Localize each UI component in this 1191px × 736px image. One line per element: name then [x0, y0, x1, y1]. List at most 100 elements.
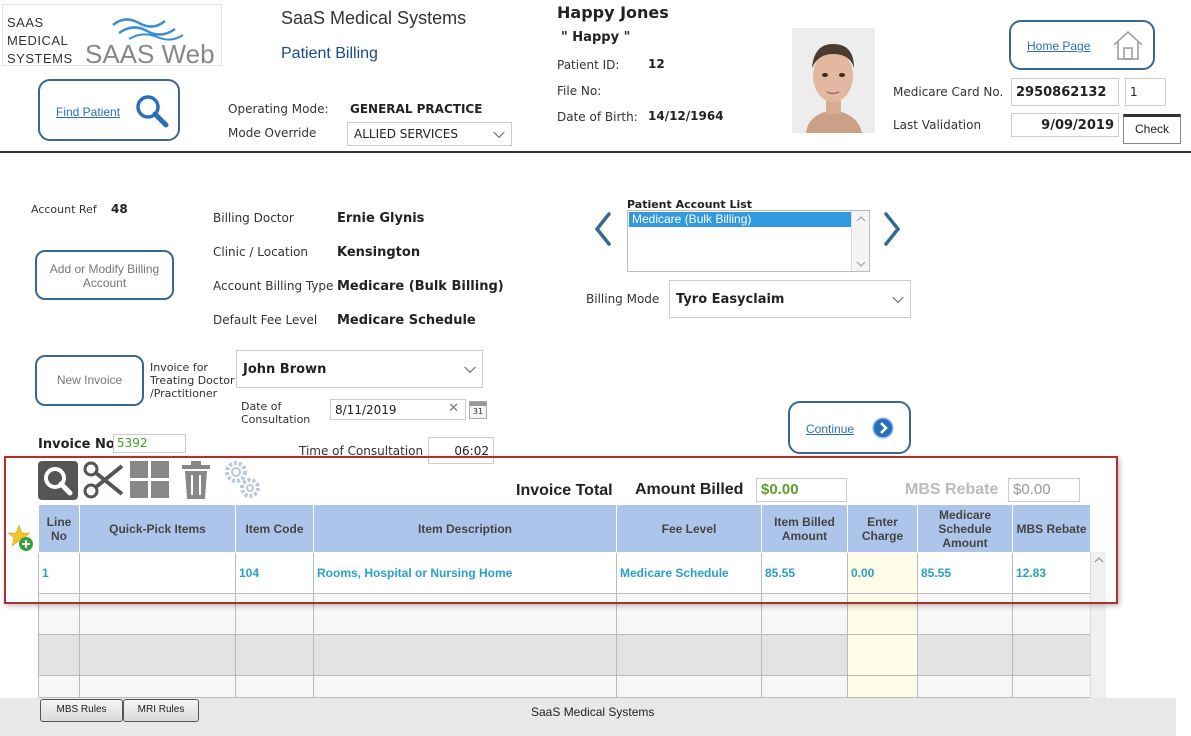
mode-override-label: Mode Override — [228, 126, 317, 140]
treating-doctor-select[interactable]: John Brown — [236, 350, 483, 388]
col-header[interactable]: Item Billed Amount — [761, 504, 848, 553]
arrow-right-circle-icon — [872, 417, 894, 439]
add-modify-billing-label: Add or Modify Billing Account — [49, 262, 160, 290]
cell[interactable]: 12.83 — [1012, 552, 1091, 594]
scroll-up-icon[interactable] — [1091, 552, 1107, 568]
gears-icon[interactable] — [222, 458, 262, 500]
company-title: SaaS Medical Systems — [281, 8, 467, 28]
scroll-down-icon[interactable] — [852, 257, 870, 271]
col-header[interactable]: Medicare Schedule Amount — [917, 504, 1013, 553]
col-header[interactable]: Quick-Pick Items — [79, 504, 236, 553]
find-patient-button[interactable]: Find Patient — [38, 79, 180, 141]
cell[interactable]: 85.55 — [761, 552, 848, 594]
col-header[interactable]: Fee Level — [616, 504, 762, 553]
logo-line: SYSTEMS — [7, 51, 73, 66]
wave-logo-icon — [112, 18, 184, 41]
medicare-card-label: Medicare Card No. — [893, 85, 1004, 99]
mode-override-value: ALLIED SERVICES — [354, 127, 458, 141]
billing-doctor-value: Ernie Glynis — [337, 211, 425, 226]
search-tool-button[interactable] — [38, 461, 78, 500]
patient-name: Happy Jones — [557, 3, 669, 22]
invoice-no-value: 5392 — [113, 434, 186, 453]
account-list-item[interactable]: Medicare (Bulk Billing) — [629, 212, 851, 227]
patient-photo — [792, 28, 875, 133]
calendar-day: 31 — [472, 407, 484, 416]
billing-mode-select[interactable]: Tyro Easyclaim — [669, 280, 911, 318]
add-modify-billing-button[interactable]: Add or Modify Billing Account — [35, 250, 174, 300]
fee-level-value: Medicare Schedule — [337, 313, 476, 328]
billing-mode-label: Billing Mode — [586, 292, 660, 306]
col-header[interactable]: MBS Rebate — [1012, 504, 1091, 553]
operating-mode-label: Operating Mode: — [228, 102, 329, 116]
scissors-icon[interactable] — [82, 460, 124, 500]
cell[interactable]: 104 — [235, 552, 314, 594]
account-ref-value: 48 — [111, 202, 128, 216]
home-page-button[interactable]: Home Page — [1009, 20, 1155, 70]
table-row[interactable] — [38, 675, 1091, 698]
invoice-total-label: Invoice Total — [516, 482, 613, 499]
cell[interactable]: 85.55 — [917, 552, 1013, 594]
logo-line: SAAS — [7, 15, 44, 30]
continue-button[interactable]: Continue — [788, 401, 911, 454]
col-header[interactable]: Enter Charge — [847, 504, 918, 553]
patient-id-label: Patient ID: — [557, 58, 620, 72]
new-invoice-button[interactable]: New Invoice — [35, 355, 144, 406]
amount-billed-value: $0.00 — [756, 478, 847, 502]
prev-account-icon[interactable] — [592, 211, 614, 247]
logo: SAAS MEDICAL SYSTEMS SAAS Web — [2, 4, 222, 69]
col-header[interactable]: Item Description — [313, 504, 617, 553]
trash-icon[interactable] — [180, 460, 212, 500]
account-list-scrollbar[interactable] — [851, 211, 869, 271]
date-of-consultation-label: Date of Consultation — [241, 400, 310, 426]
cell[interactable]: Medicare Schedule — [616, 552, 762, 594]
account-ref-label: Account Ref — [31, 203, 97, 216]
amount-billed-label: Amount Billed — [635, 481, 744, 498]
cell[interactable]: Rooms, Hospital or Nursing Home — [313, 552, 617, 594]
home-page-label: Home Page — [1027, 39, 1091, 53]
invoice-no-label: Invoice No. — [38, 437, 120, 452]
logo-web-text: SAAS Web — [85, 39, 215, 69]
cell[interactable]: 1 — [38, 552, 80, 594]
grid-layout-icon[interactable] — [129, 460, 171, 500]
billing-type-label: Account Billing Type — [213, 279, 334, 293]
treating-doctor-label: Invoice for Treating Doctor /Practitione… — [150, 361, 235, 400]
medicare-irn-input[interactable]: 1 — [1125, 78, 1166, 106]
calendar-icon[interactable]: 31 — [469, 401, 487, 419]
home-icon — [1113, 30, 1143, 60]
account-list[interactable]: Medicare (Bulk Billing) — [627, 210, 870, 272]
chevron-down-icon — [493, 126, 505, 139]
clinic-value: Kensington — [337, 245, 421, 260]
mode-override-select[interactable]: ALLIED SERVICES — [347, 122, 512, 146]
treating-label-line: /Practitioner — [150, 387, 218, 400]
dob-value: 14/12/1964 — [648, 109, 724, 123]
mbs-rules-button[interactable]: MBS Rules — [40, 699, 123, 722]
add-star-icon[interactable] — [8, 524, 34, 552]
medicare-card-input[interactable]: 2950862132 — [1011, 78, 1119, 106]
next-account-icon[interactable] — [881, 211, 903, 247]
invoice-lines-table: Line No Quick-Pick Items Item Code Item … — [38, 504, 1091, 698]
check-button[interactable]: Check — [1123, 114, 1181, 144]
table-row[interactable]: 1 104 Rooms, Hospital or Nursing Home Me… — [38, 552, 1091, 594]
col-header[interactable]: Item Code — [235, 504, 314, 553]
footer-company: SaaS Medical Systems — [531, 705, 655, 719]
mri-rules-button[interactable]: MRI Rules — [123, 699, 199, 722]
table-row[interactable] — [38, 593, 1091, 635]
file-no-label: File No: — [557, 84, 602, 98]
date-of-consultation-input[interactable]: 8/11/2019 ✕ — [330, 399, 466, 420]
cell[interactable]: 0.00 — [847, 552, 918, 594]
clear-icon[interactable]: ✕ — [448, 401, 459, 416]
operating-mode-value: GENERAL PRACTICE — [350, 102, 483, 116]
time-of-consultation-input[interactable]: 06:02 — [428, 437, 494, 464]
mbs-rebate-label: MBS Rebate — [905, 481, 999, 498]
treating-doctor-value: John Brown — [243, 362, 327, 377]
col-header[interactable]: Line No — [38, 504, 80, 553]
search-icon — [44, 467, 73, 496]
table-row[interactable] — [38, 634, 1091, 676]
continue-label: Continue — [806, 422, 855, 436]
scroll-up-icon[interactable] — [852, 212, 870, 226]
header-divider — [0, 151, 1191, 153]
cell[interactable] — [79, 552, 236, 594]
chevron-down-icon — [892, 291, 904, 304]
patient-id-value: 12 — [648, 57, 665, 71]
table-scrollbar[interactable] — [1090, 552, 1106, 698]
